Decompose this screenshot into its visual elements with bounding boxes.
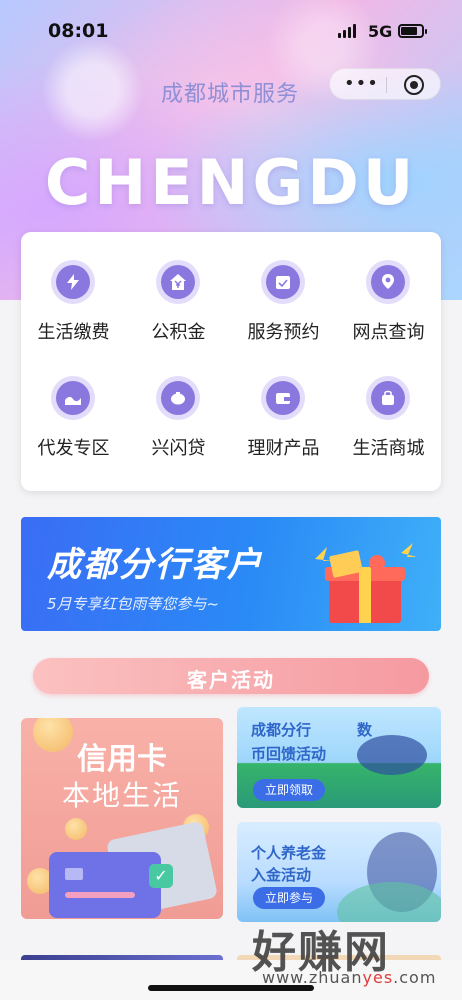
- service-item-flash-loan[interactable]: 兴闪贷: [126, 348, 231, 459]
- checkmark-icon: ✓: [149, 864, 173, 888]
- capsule-divider: [386, 77, 387, 93]
- card-stripe: [65, 892, 135, 898]
- service-item-payroll[interactable]: 代发专区: [21, 348, 126, 459]
- battery-icon: [398, 24, 427, 38]
- promo-banner[interactable]: 成都分行客户 5月专享红包雨等您参与~: [21, 517, 441, 631]
- hero-city-word: CHENGDU: [44, 146, 418, 219]
- banner-title: 成都分行客户: [47, 545, 263, 585]
- card-chip: [65, 868, 83, 880]
- banner-subtitle: 5月专享红包雨等您参与~: [47, 595, 220, 613]
- claim-now-button[interactable]: 立即领取: [253, 779, 325, 801]
- promo1-line2: 币回馈活动: [251, 745, 327, 763]
- service-label: 网点查询: [352, 322, 425, 343]
- close-miniapp-button[interactable]: [404, 75, 424, 95]
- status-bar: 08:01 5G: [0, 0, 462, 58]
- shopping-bag-icon: [371, 381, 405, 415]
- home-indicator[interactable]: [148, 985, 314, 991]
- watermark-url-highlight: yes: [362, 968, 394, 987]
- gift-box-icon: [315, 543, 417, 623]
- service-grid: 生活缴费 公积金 服务预约 网点查询 代发专区 兴闪贷 理财产品 生活商城: [21, 232, 441, 491]
- join-now-button[interactable]: 立即参与: [253, 887, 325, 909]
- activities-title: 客户活动: [187, 668, 275, 692]
- activities-header: 客户活动: [33, 658, 429, 694]
- credit-card-subtitle: 本地生活: [61, 779, 182, 812]
- signal-icon: [338, 24, 358, 38]
- wave-icon: [56, 381, 90, 415]
- service-label: 生活商城: [352, 438, 425, 459]
- service-label: 兴闪贷: [151, 438, 206, 459]
- promo1-line1: 成都分行: [251, 721, 312, 739]
- service-label: 服务预约: [247, 322, 320, 343]
- promo2-line1: 个人养老金: [251, 844, 327, 862]
- credit-card-title: 信用卡: [77, 742, 167, 777]
- coin-decoration: [65, 818, 87, 840]
- promo-tile-pension[interactable]: 个人养老金 入金活动 立即参与: [237, 822, 441, 922]
- service-item-housing-fund[interactable]: 公积金: [126, 232, 231, 343]
- service-item-appointment[interactable]: 服务预约: [231, 232, 336, 343]
- miniapp-capsule: •••: [329, 68, 441, 100]
- service-label: 生活缴费: [37, 322, 110, 343]
- lightning-bolt-icon: [56, 265, 90, 299]
- bank-card-icon: [49, 852, 161, 918]
- credit-card-tile[interactable]: 信用卡 本地生活 ✓: [21, 718, 223, 919]
- location-pin-icon: [371, 265, 405, 299]
- wallet-icon: [266, 381, 300, 415]
- service-item-branch-search[interactable]: 网点查询: [336, 232, 441, 343]
- promo2-line2: 入金活动: [251, 866, 312, 884]
- service-item-wealth-products[interactable]: 理财产品: [231, 348, 336, 459]
- service-label: 理财产品: [247, 438, 320, 459]
- status-time: 08:01: [48, 20, 109, 42]
- service-label: 公积金: [151, 322, 206, 343]
- more-menu-button[interactable]: •••: [344, 73, 379, 94]
- people-illustration: [357, 735, 427, 775]
- piggy-bank-icon: [161, 381, 195, 415]
- service-label: 代发专区: [37, 438, 110, 459]
- service-item-life-mall[interactable]: 生活商城: [336, 348, 441, 459]
- promo1-line1-extra: 数: [357, 721, 373, 739]
- promo-tile-chengdu[interactable]: 成都分行 数 币回馈活动 立即领取: [237, 707, 441, 808]
- calendar-check-icon: [266, 265, 300, 299]
- service-item-living-payment[interactable]: 生活缴费: [21, 232, 126, 343]
- house-yen-icon: [161, 265, 195, 299]
- watermark-url-suffix: .com: [393, 968, 437, 987]
- network-type: 5G: [368, 22, 393, 41]
- page-title: 成都城市服务: [160, 82, 299, 107]
